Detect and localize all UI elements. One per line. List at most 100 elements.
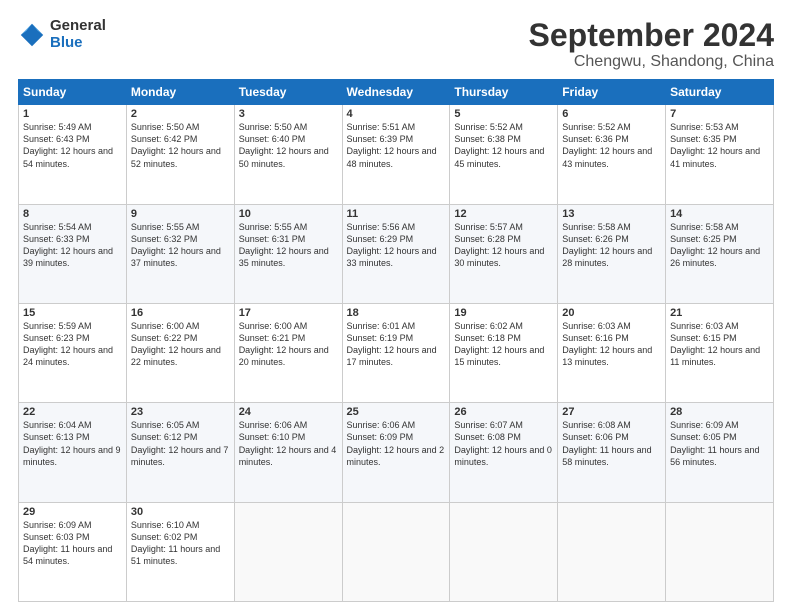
month-title: September 2024 [529, 18, 774, 53]
title-block: September 2024 Chengwu, Shandong, China [529, 18, 774, 71]
day-number: 22 [23, 406, 122, 418]
day-info: Sunrise: 6:03 AMSunset: 6:15 PMDaylight:… [670, 320, 769, 369]
calendar-cell: 25Sunrise: 6:06 AMSunset: 6:09 PMDayligh… [342, 403, 450, 502]
day-number: 18 [347, 307, 446, 319]
day-info: Sunrise: 5:53 AMSunset: 6:35 PMDaylight:… [670, 121, 769, 170]
day-info: Sunrise: 6:00 AMSunset: 6:22 PMDaylight:… [131, 320, 230, 369]
calendar-table: Sunday Monday Tuesday Wednesday Thursday… [18, 79, 774, 602]
day-number: 20 [562, 307, 661, 319]
day-info: Sunrise: 6:09 AMSunset: 6:05 PMDaylight:… [670, 419, 769, 468]
calendar-cell [450, 502, 558, 601]
calendar-cell: 30Sunrise: 6:10 AMSunset: 6:02 PMDayligh… [126, 502, 234, 601]
calendar-cell: 3Sunrise: 5:50 AMSunset: 6:40 PMDaylight… [234, 105, 342, 204]
day-info: Sunrise: 5:59 AMSunset: 6:23 PMDaylight:… [23, 320, 122, 369]
day-number: 5 [454, 108, 553, 120]
day-info: Sunrise: 5:57 AMSunset: 6:28 PMDaylight:… [454, 221, 553, 270]
day-number: 8 [23, 208, 122, 220]
logo-blue-text: Blue [50, 35, 106, 52]
day-number: 15 [23, 307, 122, 319]
day-number: 10 [239, 208, 338, 220]
calendar-week-row: 29Sunrise: 6:09 AMSunset: 6:03 PMDayligh… [19, 502, 774, 601]
logo-general-text: General [50, 18, 106, 35]
day-info: Sunrise: 5:50 AMSunset: 6:42 PMDaylight:… [131, 121, 230, 170]
day-info: Sunrise: 6:07 AMSunset: 6:08 PMDaylight:… [454, 419, 553, 468]
day-number: 2 [131, 108, 230, 120]
day-number: 16 [131, 307, 230, 319]
day-info: Sunrise: 5:55 AMSunset: 6:32 PMDaylight:… [131, 221, 230, 270]
calendar-cell: 20Sunrise: 6:03 AMSunset: 6:16 PMDayligh… [558, 303, 666, 402]
calendar-cell: 11Sunrise: 5:56 AMSunset: 6:29 PMDayligh… [342, 204, 450, 303]
calendar-cell: 22Sunrise: 6:04 AMSunset: 6:13 PMDayligh… [19, 403, 127, 502]
calendar-header-row: Sunday Monday Tuesday Wednesday Thursday… [19, 80, 774, 105]
calendar-week-row: 15Sunrise: 5:59 AMSunset: 6:23 PMDayligh… [19, 303, 774, 402]
day-info: Sunrise: 6:00 AMSunset: 6:21 PMDaylight:… [239, 320, 338, 369]
col-friday: Friday [558, 80, 666, 105]
day-number: 19 [454, 307, 553, 319]
logo: General Blue [18, 18, 106, 51]
calendar-cell: 21Sunrise: 6:03 AMSunset: 6:15 PMDayligh… [666, 303, 774, 402]
calendar-cell [666, 502, 774, 601]
calendar-week-row: 8Sunrise: 5:54 AMSunset: 6:33 PMDaylight… [19, 204, 774, 303]
calendar-week-row: 1Sunrise: 5:49 AMSunset: 6:43 PMDaylight… [19, 105, 774, 204]
day-info: Sunrise: 6:04 AMSunset: 6:13 PMDaylight:… [23, 419, 122, 468]
calendar-cell: 29Sunrise: 6:09 AMSunset: 6:03 PMDayligh… [19, 502, 127, 601]
calendar-cell: 8Sunrise: 5:54 AMSunset: 6:33 PMDaylight… [19, 204, 127, 303]
day-info: Sunrise: 5:54 AMSunset: 6:33 PMDaylight:… [23, 221, 122, 270]
day-number: 14 [670, 208, 769, 220]
col-sunday: Sunday [19, 80, 127, 105]
col-monday: Monday [126, 80, 234, 105]
calendar-cell: 4Sunrise: 5:51 AMSunset: 6:39 PMDaylight… [342, 105, 450, 204]
day-info: Sunrise: 5:55 AMSunset: 6:31 PMDaylight:… [239, 221, 338, 270]
calendar-cell: 15Sunrise: 5:59 AMSunset: 6:23 PMDayligh… [19, 303, 127, 402]
day-number: 9 [131, 208, 230, 220]
calendar-cell: 7Sunrise: 5:53 AMSunset: 6:35 PMDaylight… [666, 105, 774, 204]
calendar-week-row: 22Sunrise: 6:04 AMSunset: 6:13 PMDayligh… [19, 403, 774, 502]
day-number: 30 [131, 506, 230, 518]
logo-text: General Blue [50, 18, 106, 51]
day-number: 26 [454, 406, 553, 418]
day-info: Sunrise: 6:02 AMSunset: 6:18 PMDaylight:… [454, 320, 553, 369]
calendar-cell: 26Sunrise: 6:07 AMSunset: 6:08 PMDayligh… [450, 403, 558, 502]
calendar-cell: 13Sunrise: 5:58 AMSunset: 6:26 PMDayligh… [558, 204, 666, 303]
day-number: 29 [23, 506, 122, 518]
calendar-cell: 16Sunrise: 6:00 AMSunset: 6:22 PMDayligh… [126, 303, 234, 402]
day-info: Sunrise: 6:06 AMSunset: 6:09 PMDaylight:… [347, 419, 446, 468]
page: General Blue September 2024 Chengwu, Sha… [0, 0, 792, 612]
day-number: 25 [347, 406, 446, 418]
calendar-cell: 24Sunrise: 6:06 AMSunset: 6:10 PMDayligh… [234, 403, 342, 502]
day-info: Sunrise: 6:05 AMSunset: 6:12 PMDaylight:… [131, 419, 230, 468]
calendar-cell: 27Sunrise: 6:08 AMSunset: 6:06 PMDayligh… [558, 403, 666, 502]
day-number: 12 [454, 208, 553, 220]
day-info: Sunrise: 5:49 AMSunset: 6:43 PMDaylight:… [23, 121, 122, 170]
calendar-cell: 28Sunrise: 6:09 AMSunset: 6:05 PMDayligh… [666, 403, 774, 502]
calendar-cell: 23Sunrise: 6:05 AMSunset: 6:12 PMDayligh… [126, 403, 234, 502]
day-number: 3 [239, 108, 338, 120]
day-number: 7 [670, 108, 769, 120]
col-wednesday: Wednesday [342, 80, 450, 105]
day-info: Sunrise: 6:10 AMSunset: 6:02 PMDaylight:… [131, 519, 230, 568]
col-thursday: Thursday [450, 80, 558, 105]
calendar-cell: 10Sunrise: 5:55 AMSunset: 6:31 PMDayligh… [234, 204, 342, 303]
day-info: Sunrise: 5:52 AMSunset: 6:38 PMDaylight:… [454, 121, 553, 170]
day-number: 17 [239, 307, 338, 319]
day-number: 6 [562, 108, 661, 120]
calendar-cell: 19Sunrise: 6:02 AMSunset: 6:18 PMDayligh… [450, 303, 558, 402]
calendar-cell [234, 502, 342, 601]
day-info: Sunrise: 6:01 AMSunset: 6:19 PMDaylight:… [347, 320, 446, 369]
day-number: 21 [670, 307, 769, 319]
day-number: 1 [23, 108, 122, 120]
day-info: Sunrise: 5:58 AMSunset: 6:25 PMDaylight:… [670, 221, 769, 270]
day-number: 4 [347, 108, 446, 120]
logo-icon [18, 21, 46, 49]
day-info: Sunrise: 6:08 AMSunset: 6:06 PMDaylight:… [562, 419, 661, 468]
day-number: 24 [239, 406, 338, 418]
day-number: 27 [562, 406, 661, 418]
calendar-cell: 1Sunrise: 5:49 AMSunset: 6:43 PMDaylight… [19, 105, 127, 204]
day-info: Sunrise: 6:09 AMSunset: 6:03 PMDaylight:… [23, 519, 122, 568]
day-number: 28 [670, 406, 769, 418]
col-saturday: Saturday [666, 80, 774, 105]
calendar-cell: 9Sunrise: 5:55 AMSunset: 6:32 PMDaylight… [126, 204, 234, 303]
day-info: Sunrise: 5:58 AMSunset: 6:26 PMDaylight:… [562, 221, 661, 270]
day-number: 23 [131, 406, 230, 418]
calendar-cell [342, 502, 450, 601]
